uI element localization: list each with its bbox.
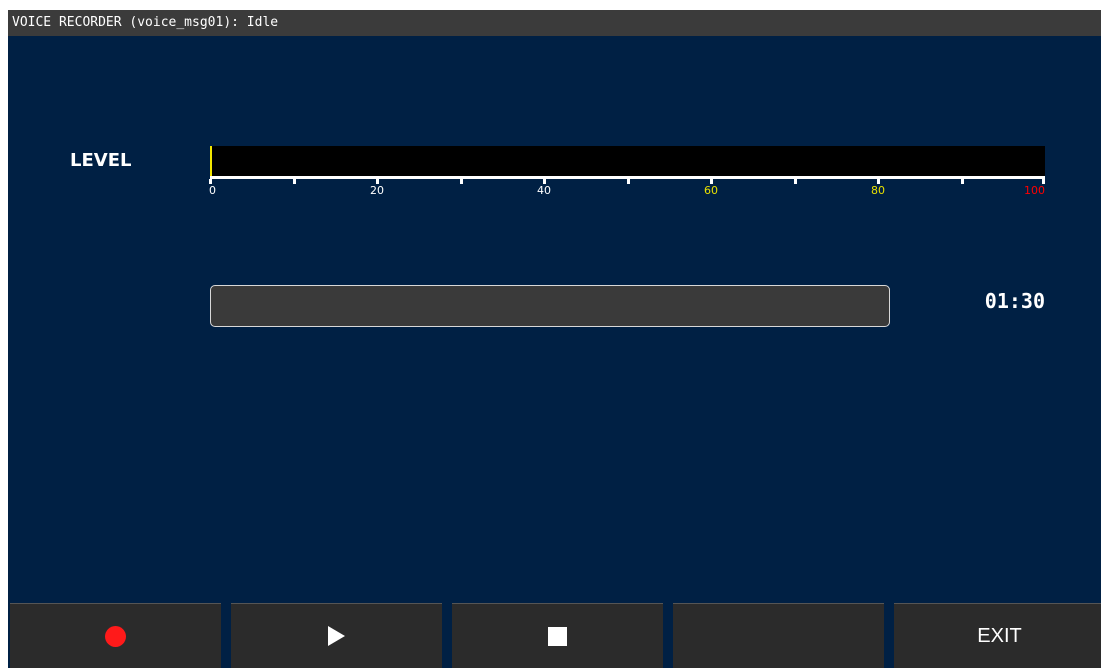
scale-tick [793,179,797,184]
exit-button-label: EXIT [977,624,1022,647]
scale-label: 100 [1024,184,1045,197]
scale-tick [960,179,964,184]
scale-tick [626,179,630,184]
level-meter [210,146,1045,178]
scale-label: 40 [537,184,551,197]
scale-label: 0 [209,184,216,197]
stop-icon [548,626,567,646]
play-button[interactable] [231,603,442,668]
scale-tick [459,179,463,184]
recording-progress-bar [210,285,890,327]
scale-label: 60 [704,184,718,197]
recording-time: 01:30 [984,289,1045,313]
record-button[interactable] [10,603,221,668]
blank-button[interactable] [673,603,884,668]
level-label: LEVEL [70,150,132,171]
play-icon [328,626,345,646]
recorder-screen: VOICE RECORDER (voice_msg01): Idle LEVEL… [8,10,1101,668]
record-icon [105,625,126,647]
exit-button[interactable]: EXIT [894,603,1101,668]
level-meter-cursor [210,146,212,178]
scale-tick [292,179,296,184]
stop-button[interactable] [452,603,663,668]
window-title: VOICE RECORDER (voice_msg01): Idle [8,10,1101,36]
control-bar: EXIT [8,603,1101,668]
scale-label: 80 [871,184,885,197]
scale-label: 20 [370,184,384,197]
